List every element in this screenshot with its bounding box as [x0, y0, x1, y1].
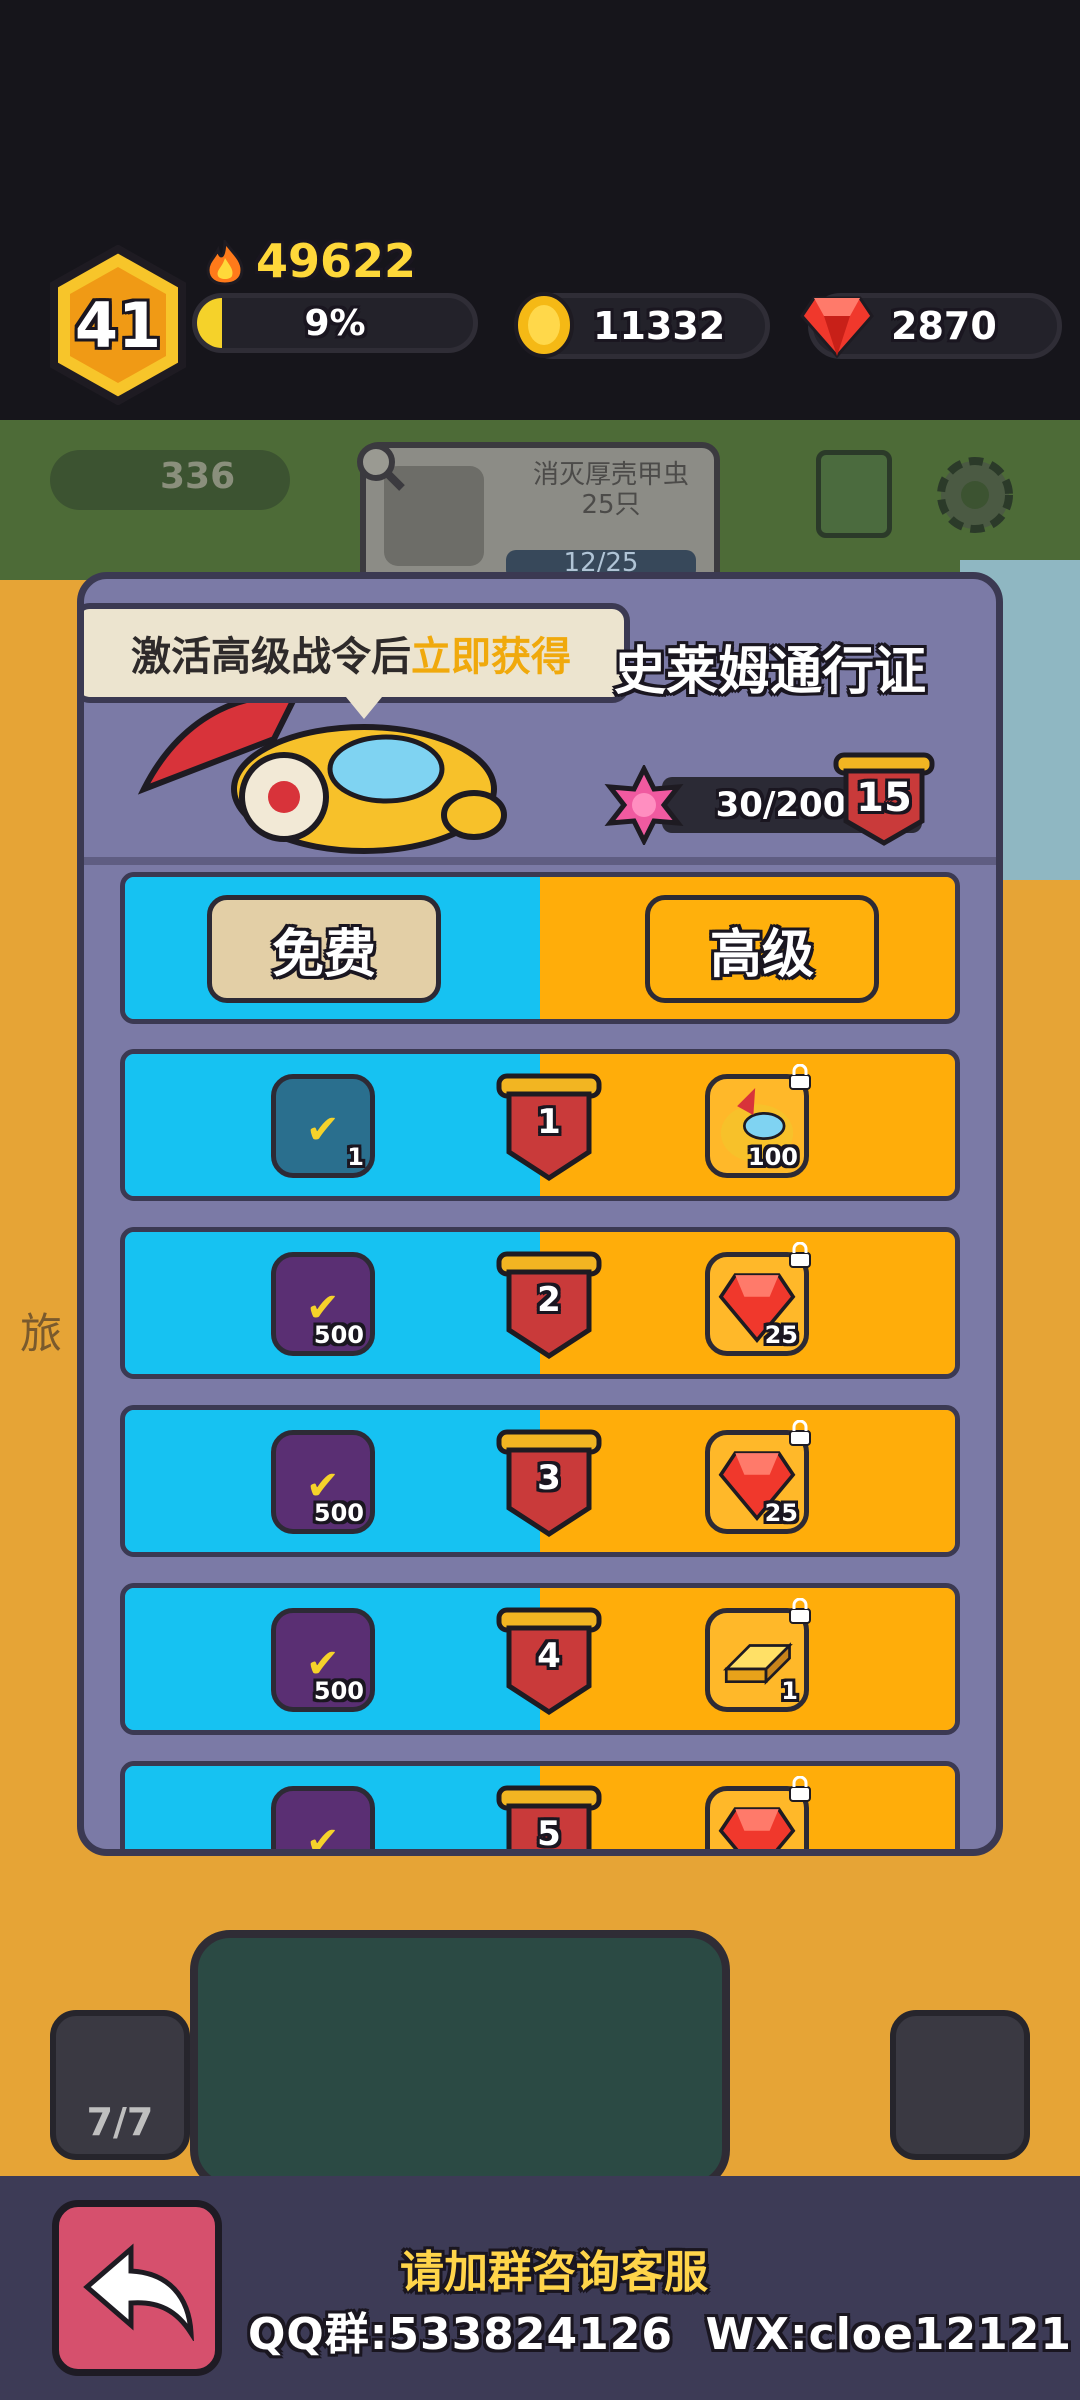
pass-current-level: 15: [856, 775, 912, 821]
premium-reward-qty: 25: [764, 1499, 798, 1527]
search-icon[interactable]: [352, 438, 406, 492]
xp-percent-text: 9%: [304, 302, 366, 344]
lock-icon: [789, 1420, 811, 1446]
coin-value: 11332: [593, 304, 726, 348]
help-title: 请加群咨询客服: [400, 2247, 708, 2298]
side-button-label: 旅: [20, 1309, 63, 1358]
back-button[interactable]: [52, 2200, 222, 2376]
free-reward-chest[interactable]: ✔ 1: [271, 1074, 375, 1178]
tooltip-tail: [346, 697, 382, 719]
reward-tier-row[interactable]: ✔ 5: [120, 1761, 960, 1856]
top-hud: 41 49622 9% 11332 2870: [0, 0, 1080, 420]
lock-icon: [789, 1776, 811, 1802]
tier-level-number: 3: [537, 1458, 561, 1498]
fire-icon: [206, 240, 244, 286]
shovel-icon[interactable]: [890, 2010, 1030, 2160]
reward-tier-row[interactable]: ✔ 500 3 25: [120, 1405, 960, 1557]
free-reward-qty: 500: [313, 1499, 364, 1527]
free-reward-chest[interactable]: ✔: [271, 1786, 375, 1856]
lock-icon: [789, 1242, 811, 1268]
tab-free[interactable]: 免费: [207, 895, 441, 1003]
pond-area: [190, 1930, 730, 2190]
gold-coin-icon: [514, 292, 574, 358]
tier-level-number: 4: [537, 1636, 561, 1676]
xp-progress-bar: 9%: [192, 293, 478, 353]
tooltip-highlight: 立即获得: [411, 634, 571, 680]
tier-header-row: 免费 高级: [120, 872, 960, 1024]
premium-tooltip: 激活高级战令后 立即获得: [84, 603, 630, 703]
tooltip-text: 激活高级战令后: [131, 634, 411, 680]
ruby-gem-icon: [800, 296, 874, 358]
tab-premium[interactable]: 高级: [645, 895, 879, 1003]
reward-tier-row[interactable]: ✔ 500 4 1: [120, 1583, 960, 1735]
book-icon[interactable]: [816, 450, 892, 538]
help-contact: QQ群:533824126 WX:cloe12121: [248, 2309, 1072, 2360]
free-reward-qty: 500: [313, 1677, 364, 1705]
player-level-badge[interactable]: 41: [48, 244, 188, 406]
bottom-bar: 请加群咨询客服 QQ群:533824126 WX:cloe12121: [0, 2176, 1080, 2400]
gear-icon[interactable]: [930, 450, 1020, 540]
meat-count-value: 336: [160, 456, 236, 497]
free-reward-chest[interactable]: ✔ 500: [271, 1252, 375, 1356]
quest-title: 消灭厚壳甲虫 25只: [532, 460, 689, 520]
premium-reward-qty: 25: [764, 1321, 798, 1349]
tier-level-number: 5: [537, 1814, 561, 1854]
claimed-check-icon: ✔: [306, 1819, 340, 1856]
gem-value: 2870: [891, 304, 997, 348]
lock-icon: [789, 1064, 811, 1090]
premium-reward-qty: 100: [747, 1143, 798, 1171]
reward-tier-row[interactable]: ✔ 1 1 100: [120, 1049, 960, 1201]
tier-level-number: 1: [537, 1102, 561, 1142]
panel-divider: [84, 857, 996, 865]
lock-icon: [789, 1598, 811, 1624]
back-arrow-icon: [83, 2243, 194, 2341]
power-value: 49622: [256, 234, 417, 288]
quest-card[interactable]: 消灭厚壳甲虫 25只 12/25: [360, 442, 720, 592]
free-reward-qty: 1: [347, 1143, 364, 1171]
battle-pass-panel: 激活高级战令后 立即获得 史莱姆通行证 30/200 15 免费 高级 ✔ 1 1 10…: [77, 572, 1003, 1856]
tier-level-number: 2: [537, 1280, 561, 1320]
reward-tier-row[interactable]: ✔ 500 2 25: [120, 1227, 960, 1379]
free-reward-chest[interactable]: ✔ 500: [271, 1608, 375, 1712]
slime-team-count: 7/7: [86, 2100, 154, 2144]
claimed-check-icon: ✔: [306, 1107, 340, 1153]
battle-pass-title: 史莱姆通行证: [614, 642, 927, 702]
premium-reward-qty: 1: [781, 1677, 798, 1705]
pink-star-gem-icon: [604, 765, 684, 845]
player-level-number: 41: [74, 288, 162, 362]
free-reward-chest[interactable]: ✔ 500: [271, 1430, 375, 1534]
free-reward-qty: 500: [313, 1321, 364, 1349]
